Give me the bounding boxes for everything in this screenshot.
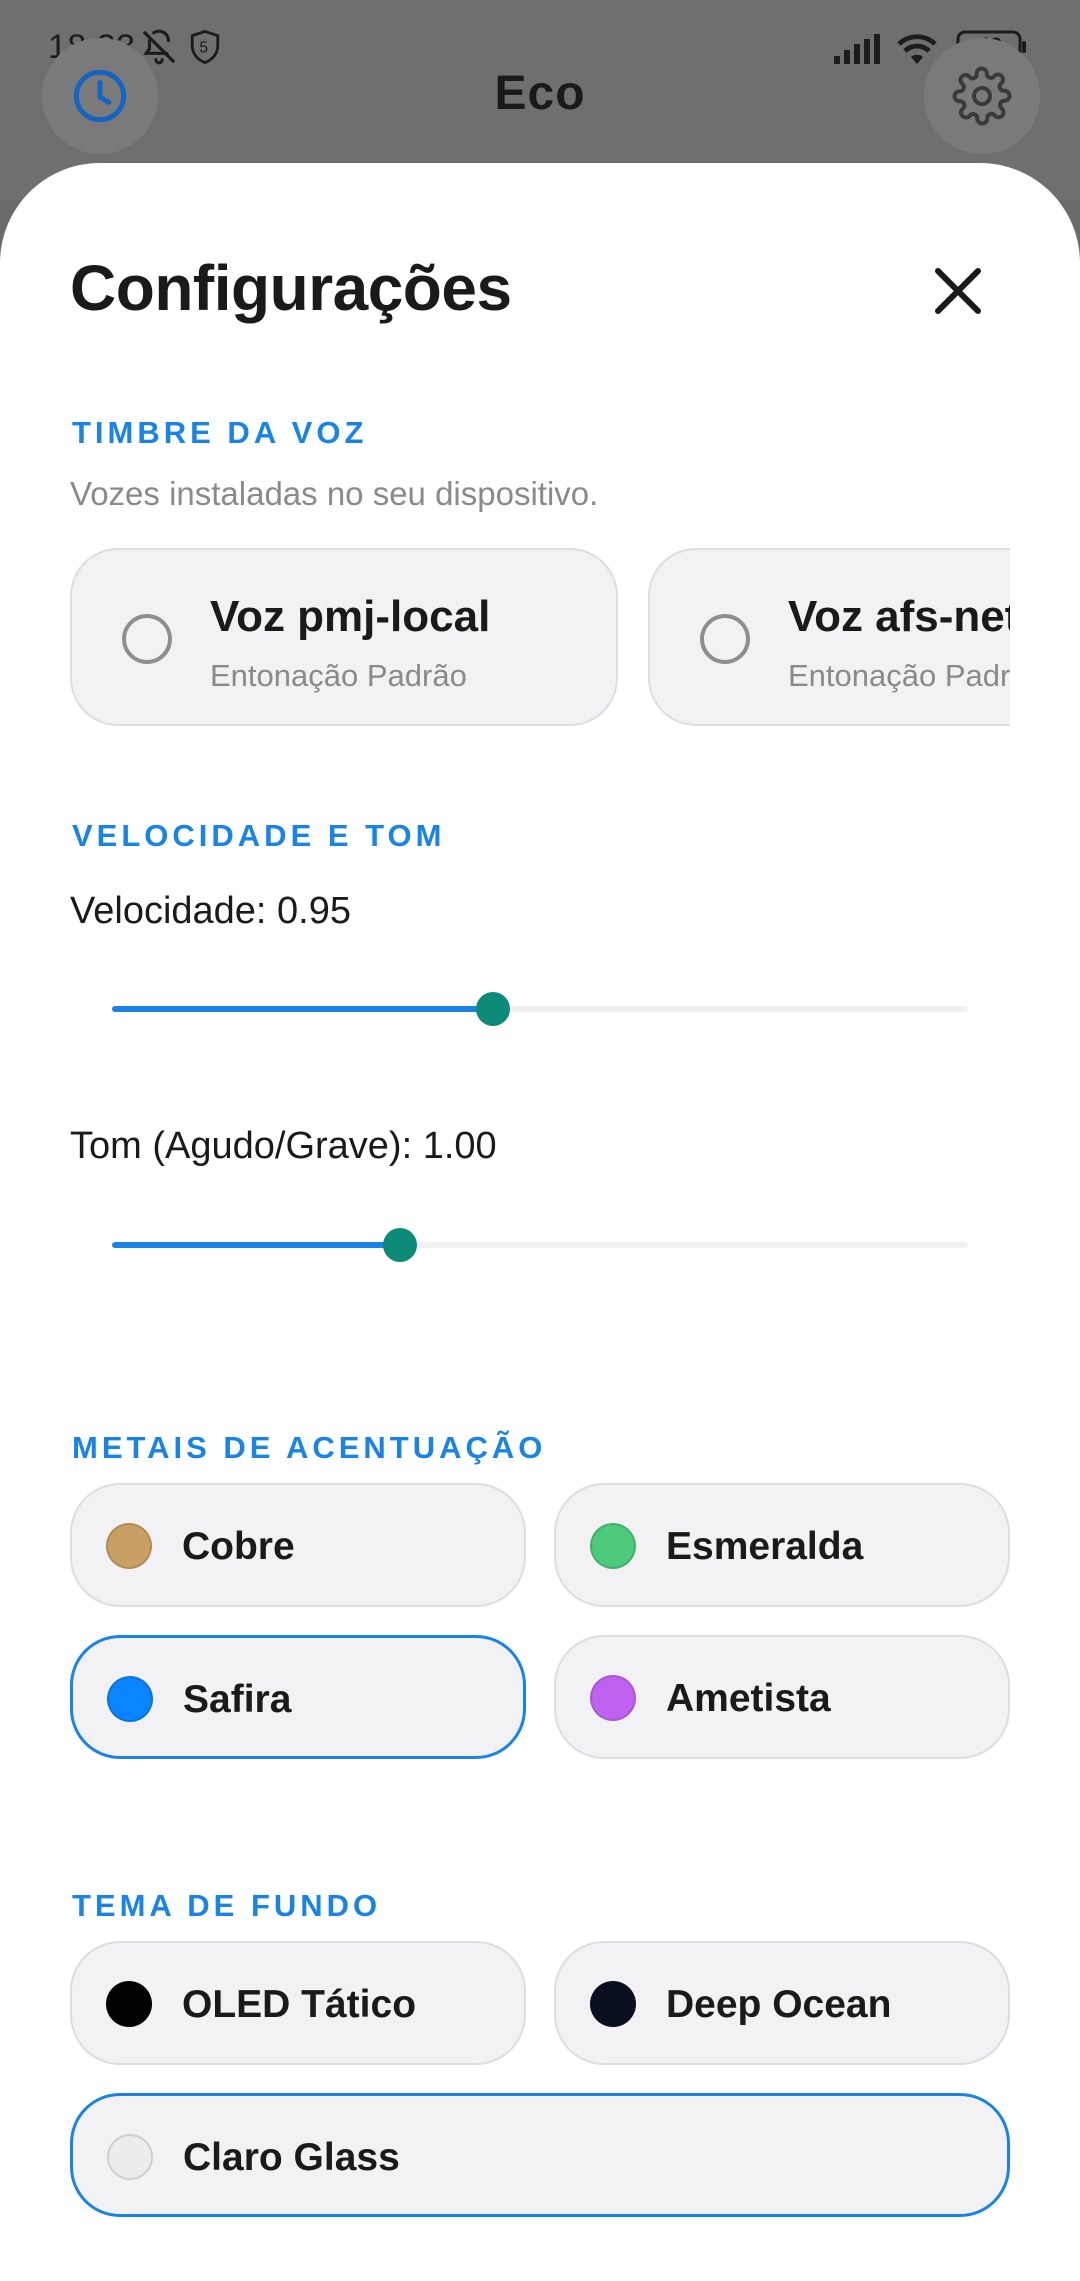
voice-subtitle: Entonação Padrão — [210, 658, 467, 693]
app-title: Eco — [494, 67, 586, 120]
voice-list[interactable]: Voz pmj-local Entonação Padrão Voz afs-n… — [70, 548, 1010, 730]
voice-subtitle: Entonação Padrão — [788, 658, 1010, 693]
close-button[interactable] — [918, 251, 998, 331]
color-swatch — [590, 1981, 636, 2027]
pitch-label: Tom (Agudo/Grave): 1.00 — [70, 1125, 497, 1167]
slider-thumb[interactable] — [476, 992, 510, 1026]
color-swatch — [106, 1981, 152, 2027]
chip-label: Deep Ocean — [666, 1983, 892, 2026]
voice-section-label: TIMBRE DA VOZ — [72, 415, 368, 450]
settings-sheet: Configurações TIMBRE DA VOZ Vozes instal… — [0, 163, 1080, 2281]
speed-label: Velocidade: 0.95 — [70, 890, 352, 932]
accent-option-cobre[interactable]: Cobre — [70, 1483, 526, 1607]
accent-option-ametista[interactable]: Ametista — [554, 1635, 1010, 1759]
voice-card[interactable]: Voz pmj-local Entonação Padrão — [70, 548, 618, 726]
speed-slider[interactable] — [112, 989, 968, 1029]
accent-option-safira[interactable]: Safira — [70, 1635, 526, 1759]
screen: 18:33 5 49 Eco Configurações — [0, 0, 1080, 2281]
slider-fill — [112, 1006, 493, 1012]
chip-label: Ametista — [666, 1677, 831, 1720]
theme-option-oled[interactable]: OLED Tático — [70, 1941, 526, 2065]
chip-label: Cobre — [182, 1525, 295, 1568]
svg-text:5: 5 — [199, 40, 208, 57]
accent-option-esmeralda[interactable]: Esmeralda — [554, 1483, 1010, 1607]
voice-name: Voz pmj-local — [210, 592, 491, 641]
shield-icon: 5 — [188, 28, 222, 71]
voice-radio[interactable] — [122, 614, 172, 664]
speed-section-label: VELOCIDADE E TOM — [72, 818, 446, 853]
chip-label: OLED Tático — [182, 1983, 417, 2026]
signal-icon — [834, 34, 882, 69]
voice-name: Voz afs-network — [788, 592, 1010, 641]
settings-button[interactable] — [924, 38, 1040, 154]
voice-radio[interactable] — [700, 614, 750, 664]
sheet-title: Configurações — [70, 252, 512, 324]
color-swatch — [590, 1675, 636, 1721]
slider-thumb[interactable] — [383, 1228, 417, 1262]
pitch-slider[interactable] — [112, 1225, 968, 1265]
theme-option-deep-ocean[interactable]: Deep Ocean — [554, 1941, 1010, 2065]
color-swatch — [107, 2134, 153, 2180]
slider-fill — [112, 1242, 400, 1248]
voice-card[interactable]: Voz afs-network Entonação Padrão — [648, 548, 1010, 726]
chip-label: Claro Glass — [183, 2136, 400, 2179]
chip-label: Esmeralda — [666, 1525, 864, 1568]
accent-section-label: METAIS DE ACENTUAÇÃO — [72, 1430, 547, 1465]
theme-section-label: TEMA DE FUNDO — [72, 1888, 382, 1923]
chip-label: Safira — [183, 1678, 292, 1721]
color-swatch — [106, 1523, 152, 1569]
color-swatch — [107, 1676, 153, 1722]
color-swatch — [590, 1523, 636, 1569]
voice-section-description: Vozes instaladas no seu dispositivo. — [70, 475, 599, 512]
theme-option-claro-glass[interactable]: Claro Glass — [70, 2093, 1010, 2217]
